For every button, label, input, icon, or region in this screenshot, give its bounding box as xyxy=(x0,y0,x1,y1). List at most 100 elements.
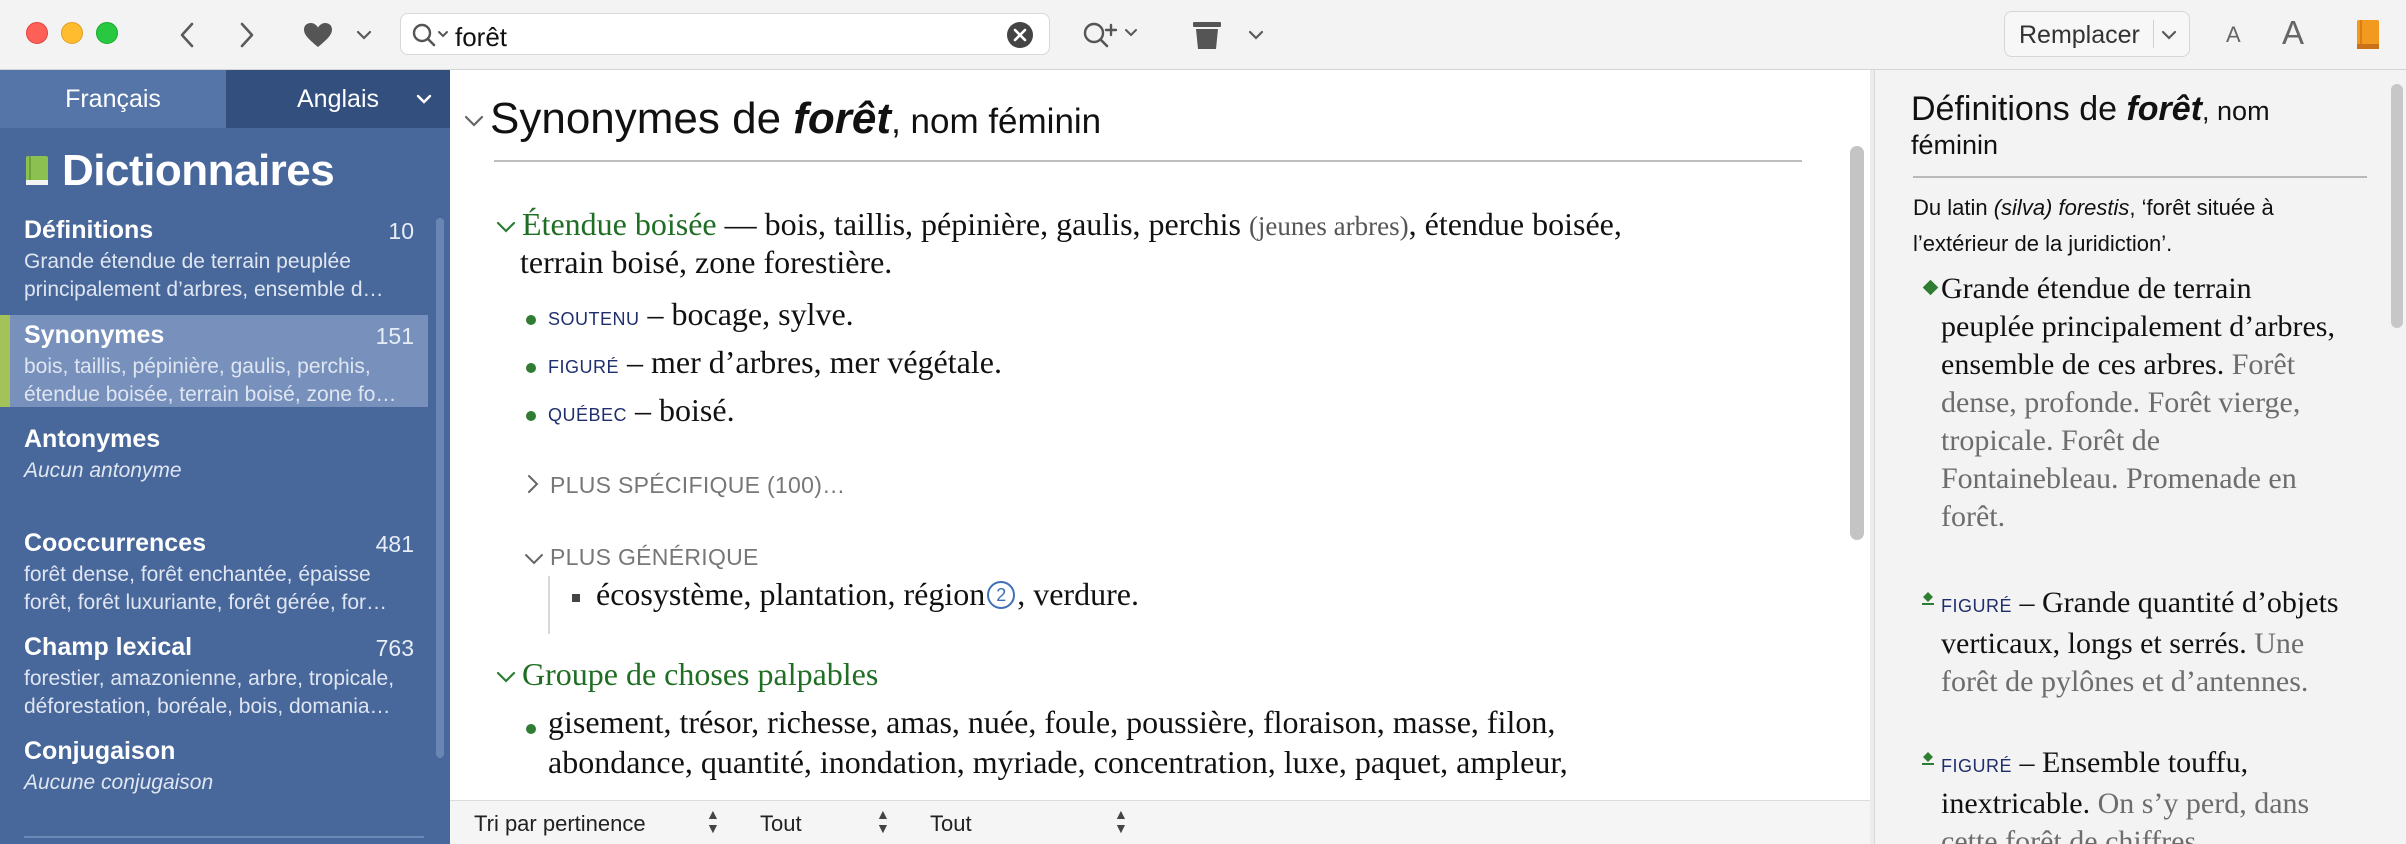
headword: forêt xyxy=(793,94,892,143)
tab-english[interactable]: Anglais xyxy=(226,70,450,128)
more-specific-toggle[interactable]: PLUS SPÉCIFIQUE (100)… xyxy=(550,472,845,499)
sidebar-item-conjugation[interactable]: Conjugaison Aucune conjugaison xyxy=(0,731,428,823)
register-label: FIGURÉ xyxy=(1941,756,2013,776)
dictionaries-header: Dictionnaires xyxy=(24,146,335,196)
search-field[interactable]: forêt xyxy=(400,13,1050,55)
sort-select[interactable]: Tri par pertinence xyxy=(474,811,646,837)
font-smaller-button[interactable]: A xyxy=(2226,22,2241,48)
zoom-add-button[interactable] xyxy=(1080,16,1144,54)
register-label: SOUTENU xyxy=(548,309,640,329)
back-button[interactable] xyxy=(172,18,202,52)
sidebar-item-antonyms[interactable]: Antonymes Aucun antonyme xyxy=(0,419,428,511)
book-icon xyxy=(2357,20,2379,49)
chevron-down-icon xyxy=(1248,30,1264,40)
bullet-icon xyxy=(526,724,536,734)
register-label: FIGURÉ xyxy=(1941,596,2013,616)
part-of-speech: , nom féminin xyxy=(891,102,1102,141)
collapse-chevron-icon[interactable] xyxy=(496,670,516,684)
chevron-down-icon xyxy=(416,94,432,104)
title-divider xyxy=(494,160,1802,162)
count-badge: 763 xyxy=(375,635,414,661)
more-generic-toggle[interactable]: PLUS GÉNÉRIQUE xyxy=(550,544,759,571)
etymology: Du latin (silva) forestis, ‘forêt située… xyxy=(1913,195,2274,256)
trash-button[interactable] xyxy=(1190,16,1224,54)
minimize-window-button[interactable] xyxy=(61,22,83,44)
trash-menu-button[interactable] xyxy=(1244,22,1268,48)
collapse-chevron-icon[interactable] xyxy=(496,220,516,234)
replace-label: Remplacer xyxy=(2019,21,2140,49)
definitions-subtitle: féminin xyxy=(1911,130,1999,160)
sense-line: terrain boisé, zone forestière. xyxy=(520,244,893,280)
chevron-down-icon[interactable] xyxy=(524,552,544,566)
replace-button[interactable]: Remplacer xyxy=(2004,11,2190,57)
dictionaries-title: Dictionnaires xyxy=(62,146,335,195)
page-title: Synonymes de forêt, nom féminin xyxy=(490,94,1102,143)
chevron-down-icon xyxy=(356,30,372,40)
sense-line: Étendue boisée — bois, taillis, pépinièr… xyxy=(522,206,1622,242)
dictionary-book-icon xyxy=(26,156,48,185)
sidebar-item-definitions[interactable]: Définitions 10 Grande étendue de terrain… xyxy=(0,210,428,302)
bullet-icon xyxy=(526,315,536,325)
sense-heading: Groupe de choses palpables xyxy=(522,656,879,692)
register-label: FIGURÉ xyxy=(548,357,620,377)
sidebar-item-synonyms[interactable]: Synonymes 151 bois, taillis, pépinière, … xyxy=(0,315,428,407)
filter-select-1[interactable]: Tout xyxy=(760,811,802,837)
definition-2: FIGURÉ – Grande quantité d’objets vertic… xyxy=(1941,586,2339,698)
definitions-divider xyxy=(1913,176,2367,178)
count-badge: 481 xyxy=(375,531,414,557)
sense-line: abondance, quantité, inondation, myriade… xyxy=(548,744,1568,780)
sidebar-scrollbar[interactable] xyxy=(436,218,444,758)
favorite-button[interactable] xyxy=(300,18,336,52)
sidebar-divider xyxy=(24,836,424,838)
clear-icon xyxy=(1013,28,1027,42)
sense-number-badge[interactable]: 2 xyxy=(987,581,1016,609)
back-icon xyxy=(180,22,194,48)
register-line: QUÉBEC – boisé. xyxy=(548,392,735,428)
filter-select-2[interactable]: Tout xyxy=(930,811,972,837)
register-line: SOUTENU – bocage, sylve. xyxy=(548,296,854,332)
font-larger-button[interactable]: A xyxy=(2282,14,2304,52)
content-scrollbar[interactable] xyxy=(1850,146,1864,540)
sub-sense-icon xyxy=(1922,592,1934,605)
zoom-add-icon xyxy=(1083,22,1137,48)
heart-icon xyxy=(304,23,332,47)
chevron-right-icon[interactable] xyxy=(526,474,540,494)
tab-french[interactable]: Français xyxy=(0,70,226,128)
language-tabs: Français Anglais xyxy=(0,70,450,128)
register-label: QUÉBEC xyxy=(548,405,628,425)
zoom-window-button[interactable] xyxy=(96,22,118,44)
sidebar-item-cooccurrences[interactable]: Cooccurrences 481 forêt dense, forêt enc… xyxy=(0,523,428,615)
chevron-down-icon xyxy=(2161,30,2177,40)
forward-button[interactable] xyxy=(232,18,262,52)
bullet-icon xyxy=(526,411,536,421)
search-icon xyxy=(412,23,448,47)
definition-1: Grande étendue de terrain peuplée princi… xyxy=(1941,272,2335,533)
trash-icon xyxy=(1193,22,1221,49)
collapse-chevron-icon[interactable] xyxy=(464,114,484,128)
sub-sense-icon xyxy=(1922,752,1934,765)
diamond-bullet-icon xyxy=(1922,279,1939,296)
forward-icon xyxy=(240,22,254,48)
close-window-button[interactable] xyxy=(26,22,48,44)
favorites-menu-button[interactable] xyxy=(352,22,376,48)
bullet-icon xyxy=(572,594,580,602)
clear-search-button[interactable] xyxy=(1007,22,1033,48)
sense-heading: Étendue boisée xyxy=(522,206,717,242)
sidebar-item-lexical-field[interactable]: Champ lexical 763 forestier, amazonienne… xyxy=(0,627,428,719)
sidebar: Français Anglais Dictionnaires Définitio… xyxy=(0,70,450,844)
definition-3: FIGURÉ – Ensemble touffu, inextricable. … xyxy=(1941,744,2341,844)
updown-chevron-icon: ▲ ▼ xyxy=(1114,806,1128,836)
search-input[interactable]: forêt xyxy=(455,22,507,53)
count-badge: 10 xyxy=(388,218,414,244)
definitions-title: Définitions de forêt, nom xyxy=(1911,90,2270,128)
library-button[interactable] xyxy=(2352,16,2384,54)
synonyms-panel: Synonymes de forêt, nom féminin Étendue … xyxy=(450,70,1870,844)
bottom-filter-bar: Tri par pertinence ▲ ▼ Tout ▲ ▼ Tout ▲ ▼ xyxy=(450,800,1870,844)
sense-line: gisement, trésor, richesse, amas, nuée, … xyxy=(548,704,1556,740)
register-line: FIGURÉ – mer d’arbres, mer végétale. xyxy=(548,344,1002,380)
indent-rule xyxy=(548,576,550,634)
definitions-scrollbar[interactable] xyxy=(2391,84,2403,328)
toolbar: forêt Remplacer A A xyxy=(0,0,2406,70)
usage-note: (jeunes arbres) xyxy=(1248,211,1409,241)
definitions-panel: Définitions de forêt, nom féminin Du lat… xyxy=(1874,70,2406,844)
